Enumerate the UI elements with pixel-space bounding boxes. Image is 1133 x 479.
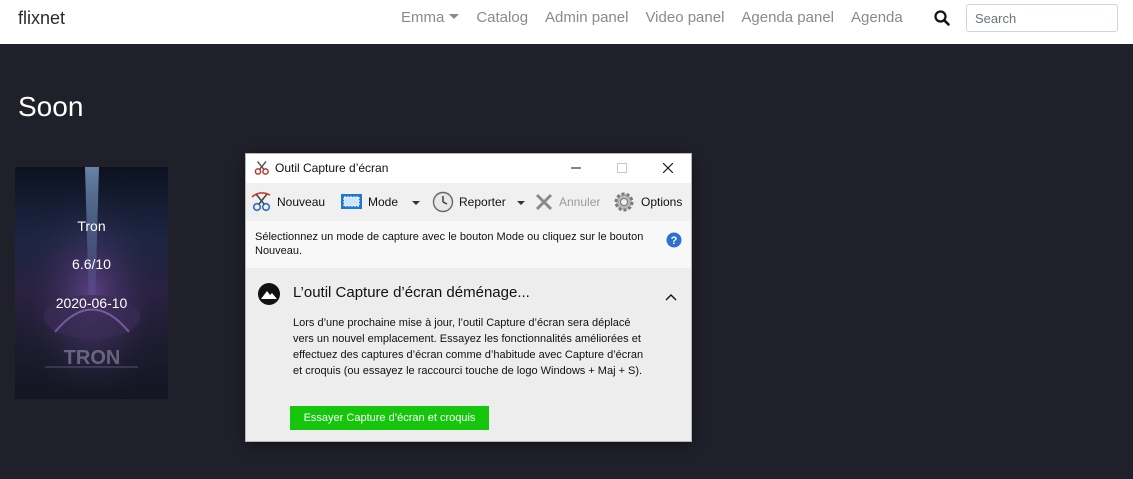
nav-link-agenda-panel[interactable]: Agenda panel	[741, 9, 834, 26]
cancel-label: Annuler	[559, 195, 601, 209]
mode-label: Mode	[368, 195, 399, 209]
delay-label: Reporter	[459, 195, 506, 209]
window-title: Outil Capture d’écran	[275, 161, 389, 175]
gear-icon	[614, 192, 634, 212]
chevron-down-icon	[412, 201, 420, 205]
movie-poster: TRON	[15, 167, 168, 399]
clock-icon	[432, 191, 454, 213]
info-bar: Sélectionnez un mode de capture avec le …	[246, 221, 691, 268]
cancel-button: Annuler	[534, 191, 604, 213]
movie-title: Tron	[77, 218, 106, 234]
nav-link-video-panel[interactable]: Video panel	[645, 9, 724, 26]
try-snip-sketch-button[interactable]: Essayer Capture d’écran et croquis	[290, 406, 489, 430]
nav-link-agenda[interactable]: Agenda	[851, 9, 903, 26]
options-label: Options	[641, 195, 683, 209]
new-label: Nouveau	[277, 195, 326, 209]
toolbar: Nouveau Mode Reporter Annuler Options	[246, 183, 691, 221]
mode-icon	[341, 194, 362, 209]
notice-title: L’outil Capture d’écran déménage...	[293, 284, 530, 301]
mode-button[interactable]: Mode	[340, 191, 422, 213]
options-button[interactable]: Options	[613, 191, 688, 213]
page-title: Soon	[18, 91, 84, 122]
caret-down-icon	[449, 14, 460, 19]
scissors-icon	[251, 192, 271, 212]
snip-sketch-logo-icon	[257, 282, 281, 311]
minimize-button[interactable]	[553, 154, 599, 183]
navbar: flixnet Emma Catalog Admin panel Video p…	[0, 0, 1133, 44]
delay-button[interactable]: Reporter	[432, 191, 527, 213]
close-button[interactable]	[645, 154, 691, 183]
brand-logo[interactable]: flixnet	[18, 8, 65, 29]
nav-link-admin-panel[interactable]: Admin panel	[545, 9, 628, 26]
scissors-icon	[254, 160, 270, 181]
help-icon[interactable]: ?	[666, 232, 682, 253]
window-titlebar[interactable]: Outil Capture d’écran	[246, 154, 691, 183]
info-text: Sélectionnez un mode de capture avec le …	[255, 231, 644, 257]
poster-logo-text: TRON	[64, 347, 121, 369]
chevron-down-icon	[517, 201, 525, 205]
search-icon[interactable]	[933, 9, 953, 29]
snipping-tool-window: Outil Capture d’écran Nouveau Mode Repor…	[246, 154, 691, 441]
nav-link-catalog[interactable]: Catalog	[476, 9, 528, 26]
new-button[interactable]: Nouveau	[250, 191, 328, 213]
notice-body: Lors d’une prochaine mise à jour, l’outi…	[293, 317, 644, 377]
movie-rating: 6.6/10	[72, 256, 111, 272]
chevron-up-icon[interactable]	[665, 288, 677, 306]
maximize-button	[599, 154, 645, 183]
nav-user-dropdown[interactable]: Emma	[401, 9, 460, 26]
movie-release-date: 2020-06-10	[55, 295, 128, 311]
search-input[interactable]	[966, 4, 1118, 32]
notice-panel: L’outil Capture d’écran déménage... Lors…	[246, 268, 691, 441]
movie-card[interactable]: TRON Tron 6.6/10 2020-06-10	[15, 167, 168, 399]
svg-text:?: ?	[671, 235, 678, 247]
close-icon	[535, 193, 553, 211]
nav-links: Emma Catalog Admin panel Video panel Age…	[401, 9, 920, 26]
